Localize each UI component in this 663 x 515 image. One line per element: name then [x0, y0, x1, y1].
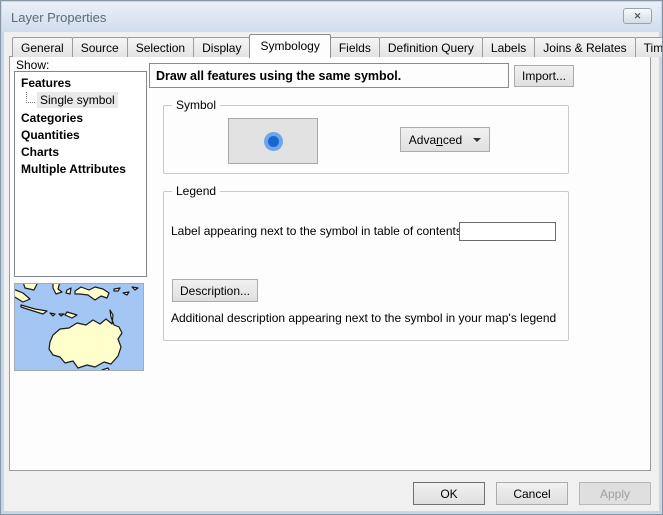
- tab-strip: General Source Selection Display Symbolo…: [12, 34, 663, 57]
- show-label: Show:: [16, 58, 49, 72]
- tree-item-charts[interactable]: Charts: [15, 144, 146, 161]
- tab-source[interactable]: Source: [72, 37, 128, 57]
- tab-display[interactable]: Display: [193, 37, 250, 57]
- title-bar[interactable]: Layer Properties: [2, 2, 661, 32]
- tree-item-categories[interactable]: Categories: [15, 110, 146, 127]
- symbol-group-title: Symbol: [172, 98, 220, 112]
- tree-item-single-symbol[interactable]: Single symbol: [15, 92, 146, 108]
- tab-time[interactable]: Time: [635, 37, 663, 57]
- tree-item-features[interactable]: Features: [15, 75, 146, 92]
- tab-fields[interactable]: Fields: [330, 37, 380, 57]
- symbol-group: Symbol: [163, 105, 569, 174]
- tree-item-single-symbol-label[interactable]: Single symbol: [37, 92, 118, 108]
- description-button[interactable]: Description...: [172, 279, 258, 302]
- cancel-button[interactable]: Cancel: [496, 482, 568, 505]
- show-tree[interactable]: Features Single symbol Categories Quanti…: [14, 71, 147, 277]
- map-preview-icon: [14, 283, 144, 371]
- advanced-button[interactable]: Advanced: [400, 127, 490, 152]
- layer-properties-dialog: Layer Properties ✕ General Source Select…: [0, 0, 663, 515]
- symbol-preview-button[interactable]: [228, 118, 318, 164]
- tab-general[interactable]: General: [12, 37, 73, 57]
- tree-item-multiple-attributes[interactable]: Multiple Attributes: [15, 161, 146, 178]
- close-button[interactable]: ✕: [623, 8, 652, 24]
- tab-labels[interactable]: Labels: [482, 37, 535, 57]
- legend-label-input[interactable]: [459, 222, 556, 241]
- import-button[interactable]: Import...: [514, 65, 574, 87]
- window-title: Layer Properties: [11, 10, 106, 25]
- ok-button[interactable]: OK: [413, 482, 485, 505]
- tree-item-quantities[interactable]: Quantities: [15, 127, 146, 144]
- tree-connector-icon: [26, 92, 35, 103]
- tab-symbology[interactable]: Symbology: [249, 34, 330, 58]
- legend-additional-text: Additional description appearing next to…: [171, 311, 556, 325]
- tab-selection[interactable]: Selection: [127, 37, 194, 57]
- legend-group-title: Legend: [172, 184, 220, 198]
- legend-label-text: Label appearing next to the symbol in ta…: [171, 224, 465, 238]
- close-icon: ✕: [634, 11, 642, 22]
- dropdown-arrow-icon: [473, 138, 481, 142]
- tab-joins-relates[interactable]: Joins & Relates: [534, 37, 635, 57]
- drawing-method-heading: Draw all features using the same symbol.: [149, 63, 509, 88]
- point-symbol-icon: [264, 132, 283, 151]
- advanced-button-label: Advanced: [409, 133, 462, 147]
- tab-definition-query[interactable]: Definition Query: [379, 37, 483, 57]
- apply-button[interactable]: Apply: [579, 482, 651, 505]
